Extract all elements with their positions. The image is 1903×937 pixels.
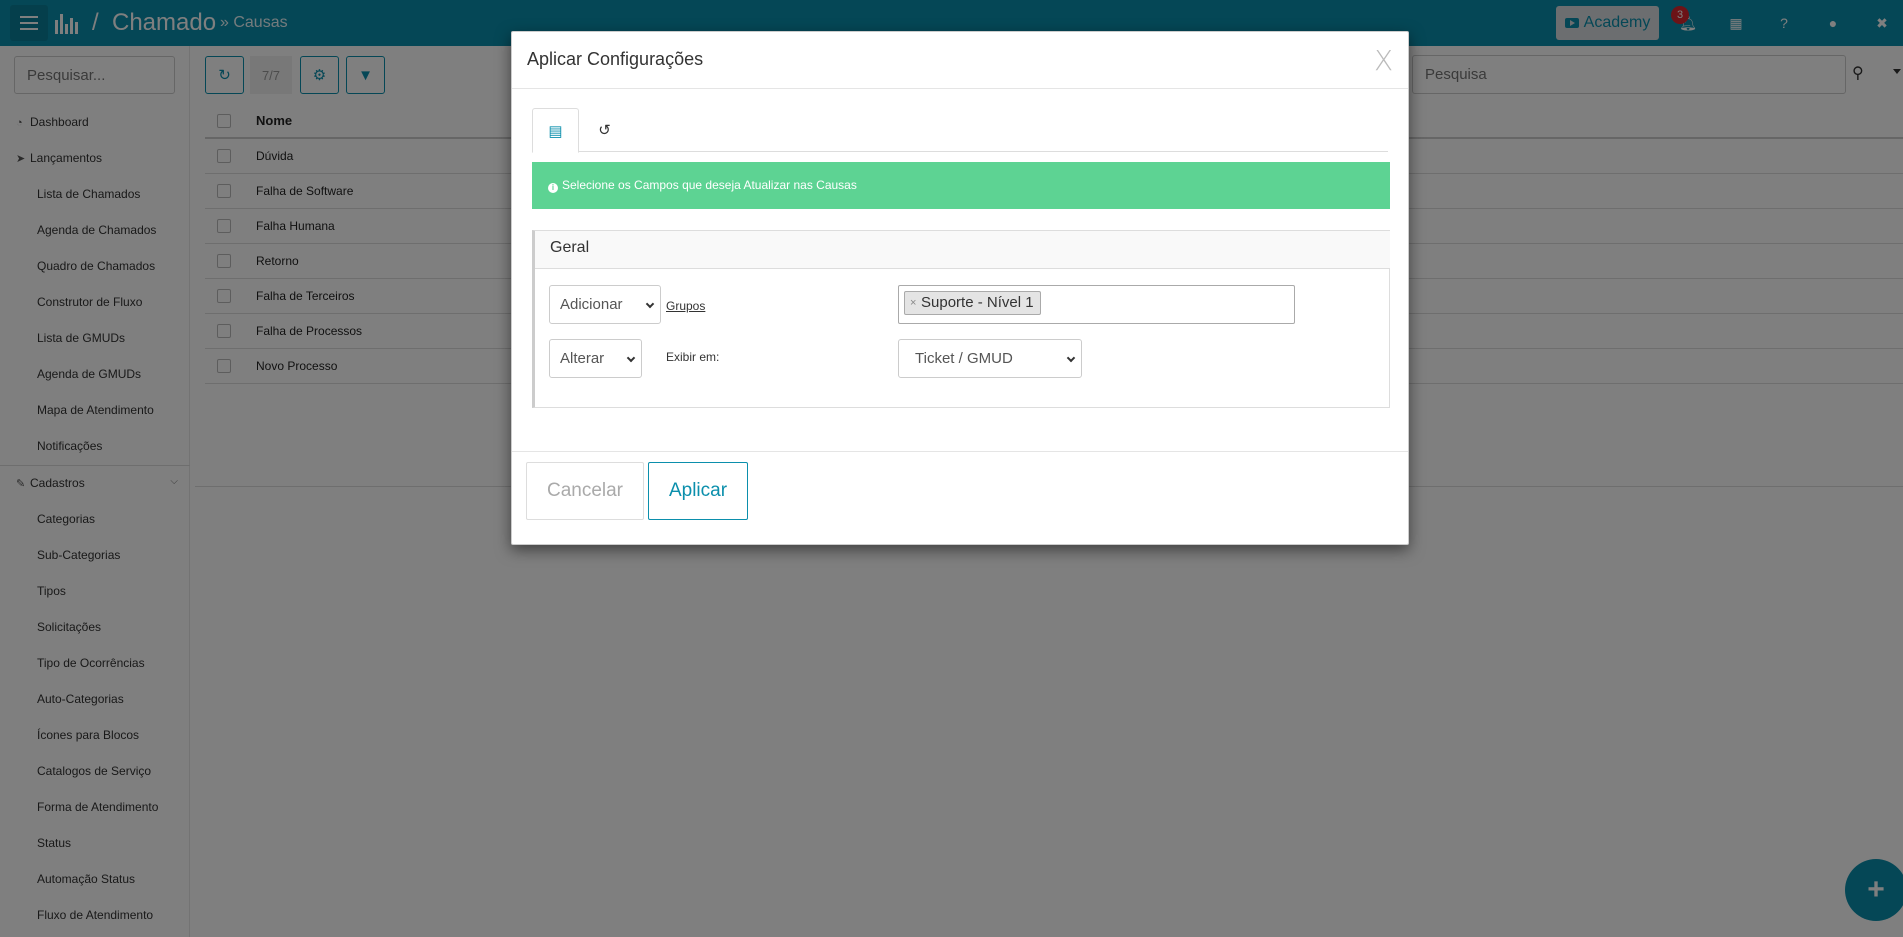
tab-history[interactable]: ↺: [581, 108, 628, 152]
close-icon[interactable]: X: [1374, 44, 1393, 77]
general-panel: Geral Adicionar Grupos × Suporte - Nível …: [532, 230, 1390, 408]
action-select-display[interactable]: Alterar: [549, 339, 642, 378]
book-icon: ▤: [548, 122, 563, 140]
info-alert: i Selecione os Campos que deseja Atualiza…: [532, 162, 1390, 209]
chevron-down-icon: [626, 353, 636, 363]
panel-title: Geral: [550, 239, 590, 256]
cancel-button[interactable]: Cancelar: [526, 462, 644, 520]
display-in-select[interactable]: Ticket / GMUD: [898, 339, 1082, 378]
groups-label: Grupos: [666, 299, 706, 313]
apply-settings-modal: Aplicar Configurações X ▤ ↺ i Selecione o…: [511, 31, 1409, 545]
remove-tag-icon[interactable]: ×: [910, 292, 916, 314]
alert-text: Selecione os Campos que deseja Atualizar…: [562, 178, 857, 192]
modal-tabs: ▤ ↺: [532, 108, 1388, 153]
group-tag: × Suporte - Nível 1: [904, 291, 1041, 315]
modal-title: Aplicar Configurações: [527, 49, 704, 69]
apply-button[interactable]: Aplicar: [648, 462, 748, 520]
panel-header: Geral: [535, 231, 1390, 269]
info-icon: i: [548, 183, 558, 193]
tab-settings[interactable]: ▤: [532, 108, 579, 153]
display-in-label: Exibir em:: [666, 350, 720, 364]
action-select-groups[interactable]: Adicionar: [549, 285, 661, 324]
chevron-down-icon: [1066, 353, 1076, 363]
chevron-down-icon: [645, 299, 655, 309]
modal-footer: Cancelar Aplicar: [512, 451, 1408, 544]
modal-header: Aplicar Configurações X: [512, 32, 1408, 89]
history-icon: ↺: [598, 122, 611, 139]
groups-multiselect[interactable]: × Suporte - Nível 1: [898, 285, 1295, 324]
